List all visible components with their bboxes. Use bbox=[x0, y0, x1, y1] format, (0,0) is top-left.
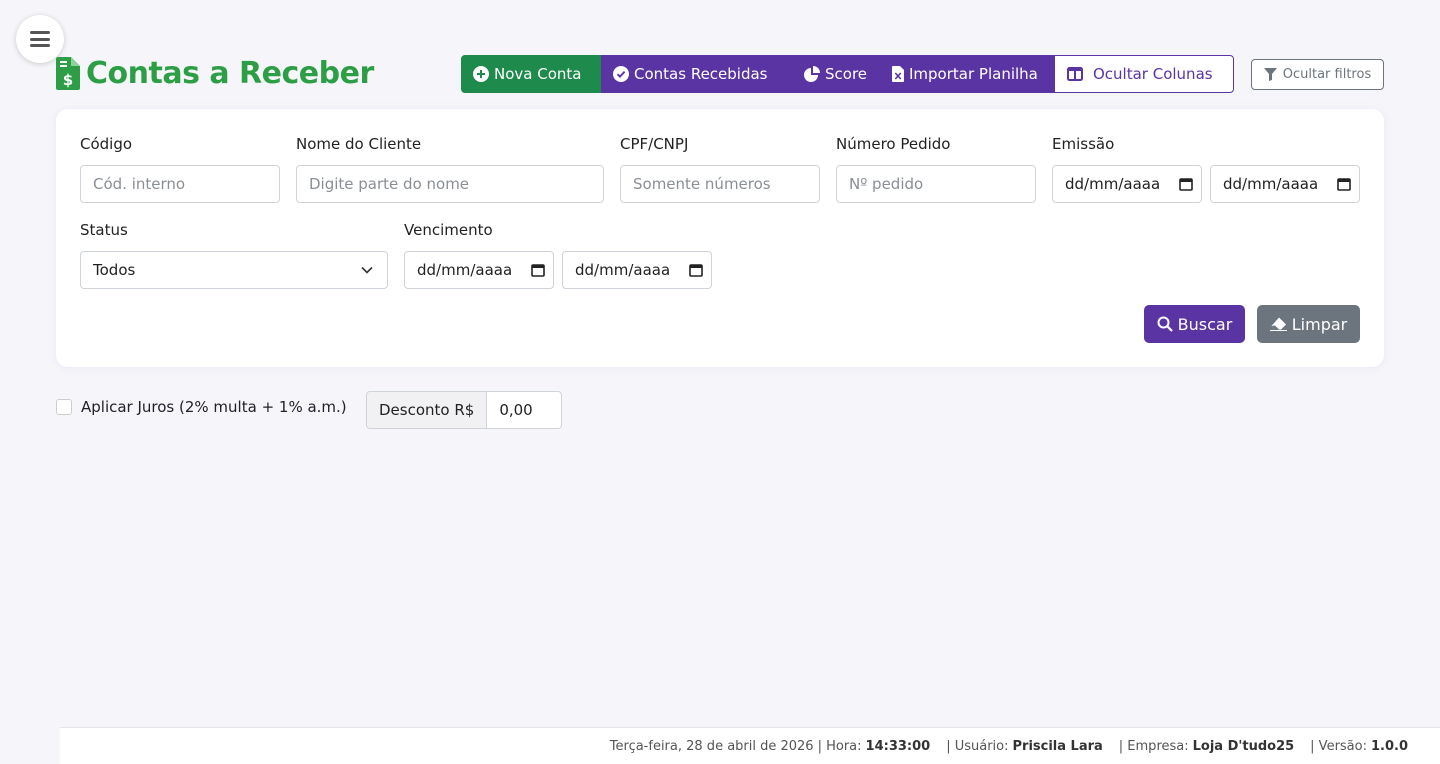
emissao-from-input[interactable]: dd/mm/aaaa bbox=[1052, 165, 1202, 203]
codigo-field: Código bbox=[80, 133, 132, 155]
aplicar-juros-checkbox[interactable] bbox=[56, 399, 72, 415]
vencimento-from-value: dd/mm/aaaa bbox=[417, 261, 513, 279]
vencimento-field: Vencimento bbox=[404, 219, 493, 241]
limpar-label: Limpar bbox=[1291, 314, 1348, 334]
ocultar-filtros-button[interactable]: Ocultar filtros bbox=[1251, 59, 1384, 90]
nome-cliente-label: Nome do Cliente bbox=[296, 135, 422, 153]
search-icon bbox=[1157, 316, 1173, 332]
page-header: $ Contas a Receber bbox=[56, 56, 374, 91]
file-excel-icon bbox=[892, 66, 904, 82]
ocultar-colunas-button[interactable]: Ocultar Colunas bbox=[1054, 55, 1234, 93]
emissao-label: Emissão bbox=[1052, 135, 1115, 153]
action-toolbar: Nova Conta Contas Recebidas Score Import… bbox=[461, 55, 1234, 93]
nome-cliente-input[interactable] bbox=[296, 165, 604, 203]
status-select[interactable]: Todos bbox=[80, 251, 388, 289]
vencimento-label: Vencimento bbox=[404, 221, 493, 239]
emissao-to-input[interactable]: dd/mm/aaaa bbox=[1210, 165, 1360, 203]
columns-icon bbox=[1067, 67, 1083, 81]
emissao-to-value: dd/mm/aaaa bbox=[1223, 175, 1319, 193]
calendar-icon bbox=[1179, 178, 1193, 191]
desconto-group: Desconto R$ bbox=[366, 391, 563, 429]
status-label: Status bbox=[80, 221, 128, 239]
emissao-field: Emissão bbox=[1052, 133, 1114, 155]
footer-empresa: Loja D'tudo25 bbox=[1192, 738, 1295, 754]
cpf-cnpj-field: CPF/CNPJ bbox=[620, 133, 688, 155]
nova-conta-label: Nova Conta bbox=[494, 65, 582, 83]
file-invoice-dollar-icon: $ bbox=[56, 57, 80, 90]
calendar-icon bbox=[531, 264, 545, 277]
contas-recebidas-label: Contas Recebidas bbox=[634, 65, 768, 83]
footer-versao: 1.0.0 bbox=[1370, 738, 1408, 754]
chevron-down-icon bbox=[361, 266, 373, 274]
score-button[interactable]: Score bbox=[792, 55, 880, 93]
footer-hora-label: | Hora: bbox=[817, 738, 862, 754]
numero-pedido-field: Número Pedido bbox=[836, 133, 950, 155]
limpar-button[interactable]: Limpar bbox=[1257, 305, 1360, 343]
desconto-input[interactable] bbox=[487, 391, 563, 429]
status-field: Status bbox=[80, 219, 128, 241]
buscar-button[interactable]: Buscar bbox=[1144, 305, 1245, 343]
menu-icon bbox=[30, 31, 50, 47]
ocultar-filtros-label: Ocultar filtros bbox=[1282, 67, 1372, 82]
footer-empresa-label: | Empresa: bbox=[1118, 738, 1189, 754]
vencimento-to-input[interactable]: dd/mm/aaaa bbox=[562, 251, 712, 289]
score-label: Score bbox=[825, 65, 868, 83]
nova-conta-button[interactable]: Nova Conta bbox=[461, 55, 601, 93]
aplicar-juros-label[interactable]: Aplicar Juros (2% multa + 1% a.m.) bbox=[81, 398, 347, 416]
footer-usuario: Priscila Lara bbox=[1012, 738, 1103, 754]
eraser-icon bbox=[1269, 317, 1287, 331]
status-footer: Terça-feira, 28 de abril de 2026 | Hora:… bbox=[60, 727, 1440, 764]
footer-date: Terça-feira, 28 de abril de 2026 bbox=[609, 738, 814, 754]
calendar-icon bbox=[1337, 178, 1351, 191]
calendar-icon bbox=[689, 264, 703, 277]
vencimento-from-input[interactable]: dd/mm/aaaa bbox=[404, 251, 554, 289]
pie-chart-icon bbox=[804, 66, 820, 82]
contas-recebidas-button[interactable]: Contas Recebidas bbox=[601, 55, 792, 93]
importar-planilha-label: Importar Planilha bbox=[909, 65, 1038, 83]
filter-card: Código Nome do Cliente CPF/CNPJ Número P… bbox=[56, 109, 1384, 367]
desconto-label: Desconto R$ bbox=[366, 391, 488, 429]
footer-usuario-label: | Usuário: bbox=[946, 738, 1009, 754]
numero-pedido-label: Número Pedido bbox=[836, 135, 951, 153]
emissao-from-value: dd/mm/aaaa bbox=[1065, 175, 1161, 193]
filter-icon bbox=[1263, 68, 1277, 81]
nome-cliente-field: Nome do Cliente bbox=[296, 133, 421, 155]
plus-circle-icon bbox=[473, 66, 489, 82]
status-selected-value: Todos bbox=[93, 261, 136, 279]
aplicar-juros-row: Aplicar Juros (2% multa + 1% a.m.) bbox=[56, 398, 347, 416]
page-title: Contas a Receber bbox=[86, 56, 374, 91]
vencimento-to-value: dd/mm/aaaa bbox=[575, 261, 671, 279]
ocultar-colunas-label: Ocultar Colunas bbox=[1093, 65, 1213, 83]
codigo-input[interactable] bbox=[80, 165, 280, 203]
importar-planilha-button[interactable]: Importar Planilha bbox=[880, 55, 1054, 93]
footer-versao-label: | Versão: bbox=[1310, 738, 1367, 754]
cpf-cnpj-label: CPF/CNPJ bbox=[620, 135, 689, 153]
buscar-label: Buscar bbox=[1177, 314, 1233, 334]
codigo-label: Código bbox=[80, 135, 133, 153]
svg-text:$: $ bbox=[63, 71, 73, 89]
check-circle-icon bbox=[613, 66, 629, 82]
numero-pedido-input[interactable] bbox=[836, 165, 1036, 203]
cpf-cnpj-input[interactable] bbox=[620, 165, 820, 203]
footer-hora: 14:33:00 bbox=[865, 738, 931, 754]
